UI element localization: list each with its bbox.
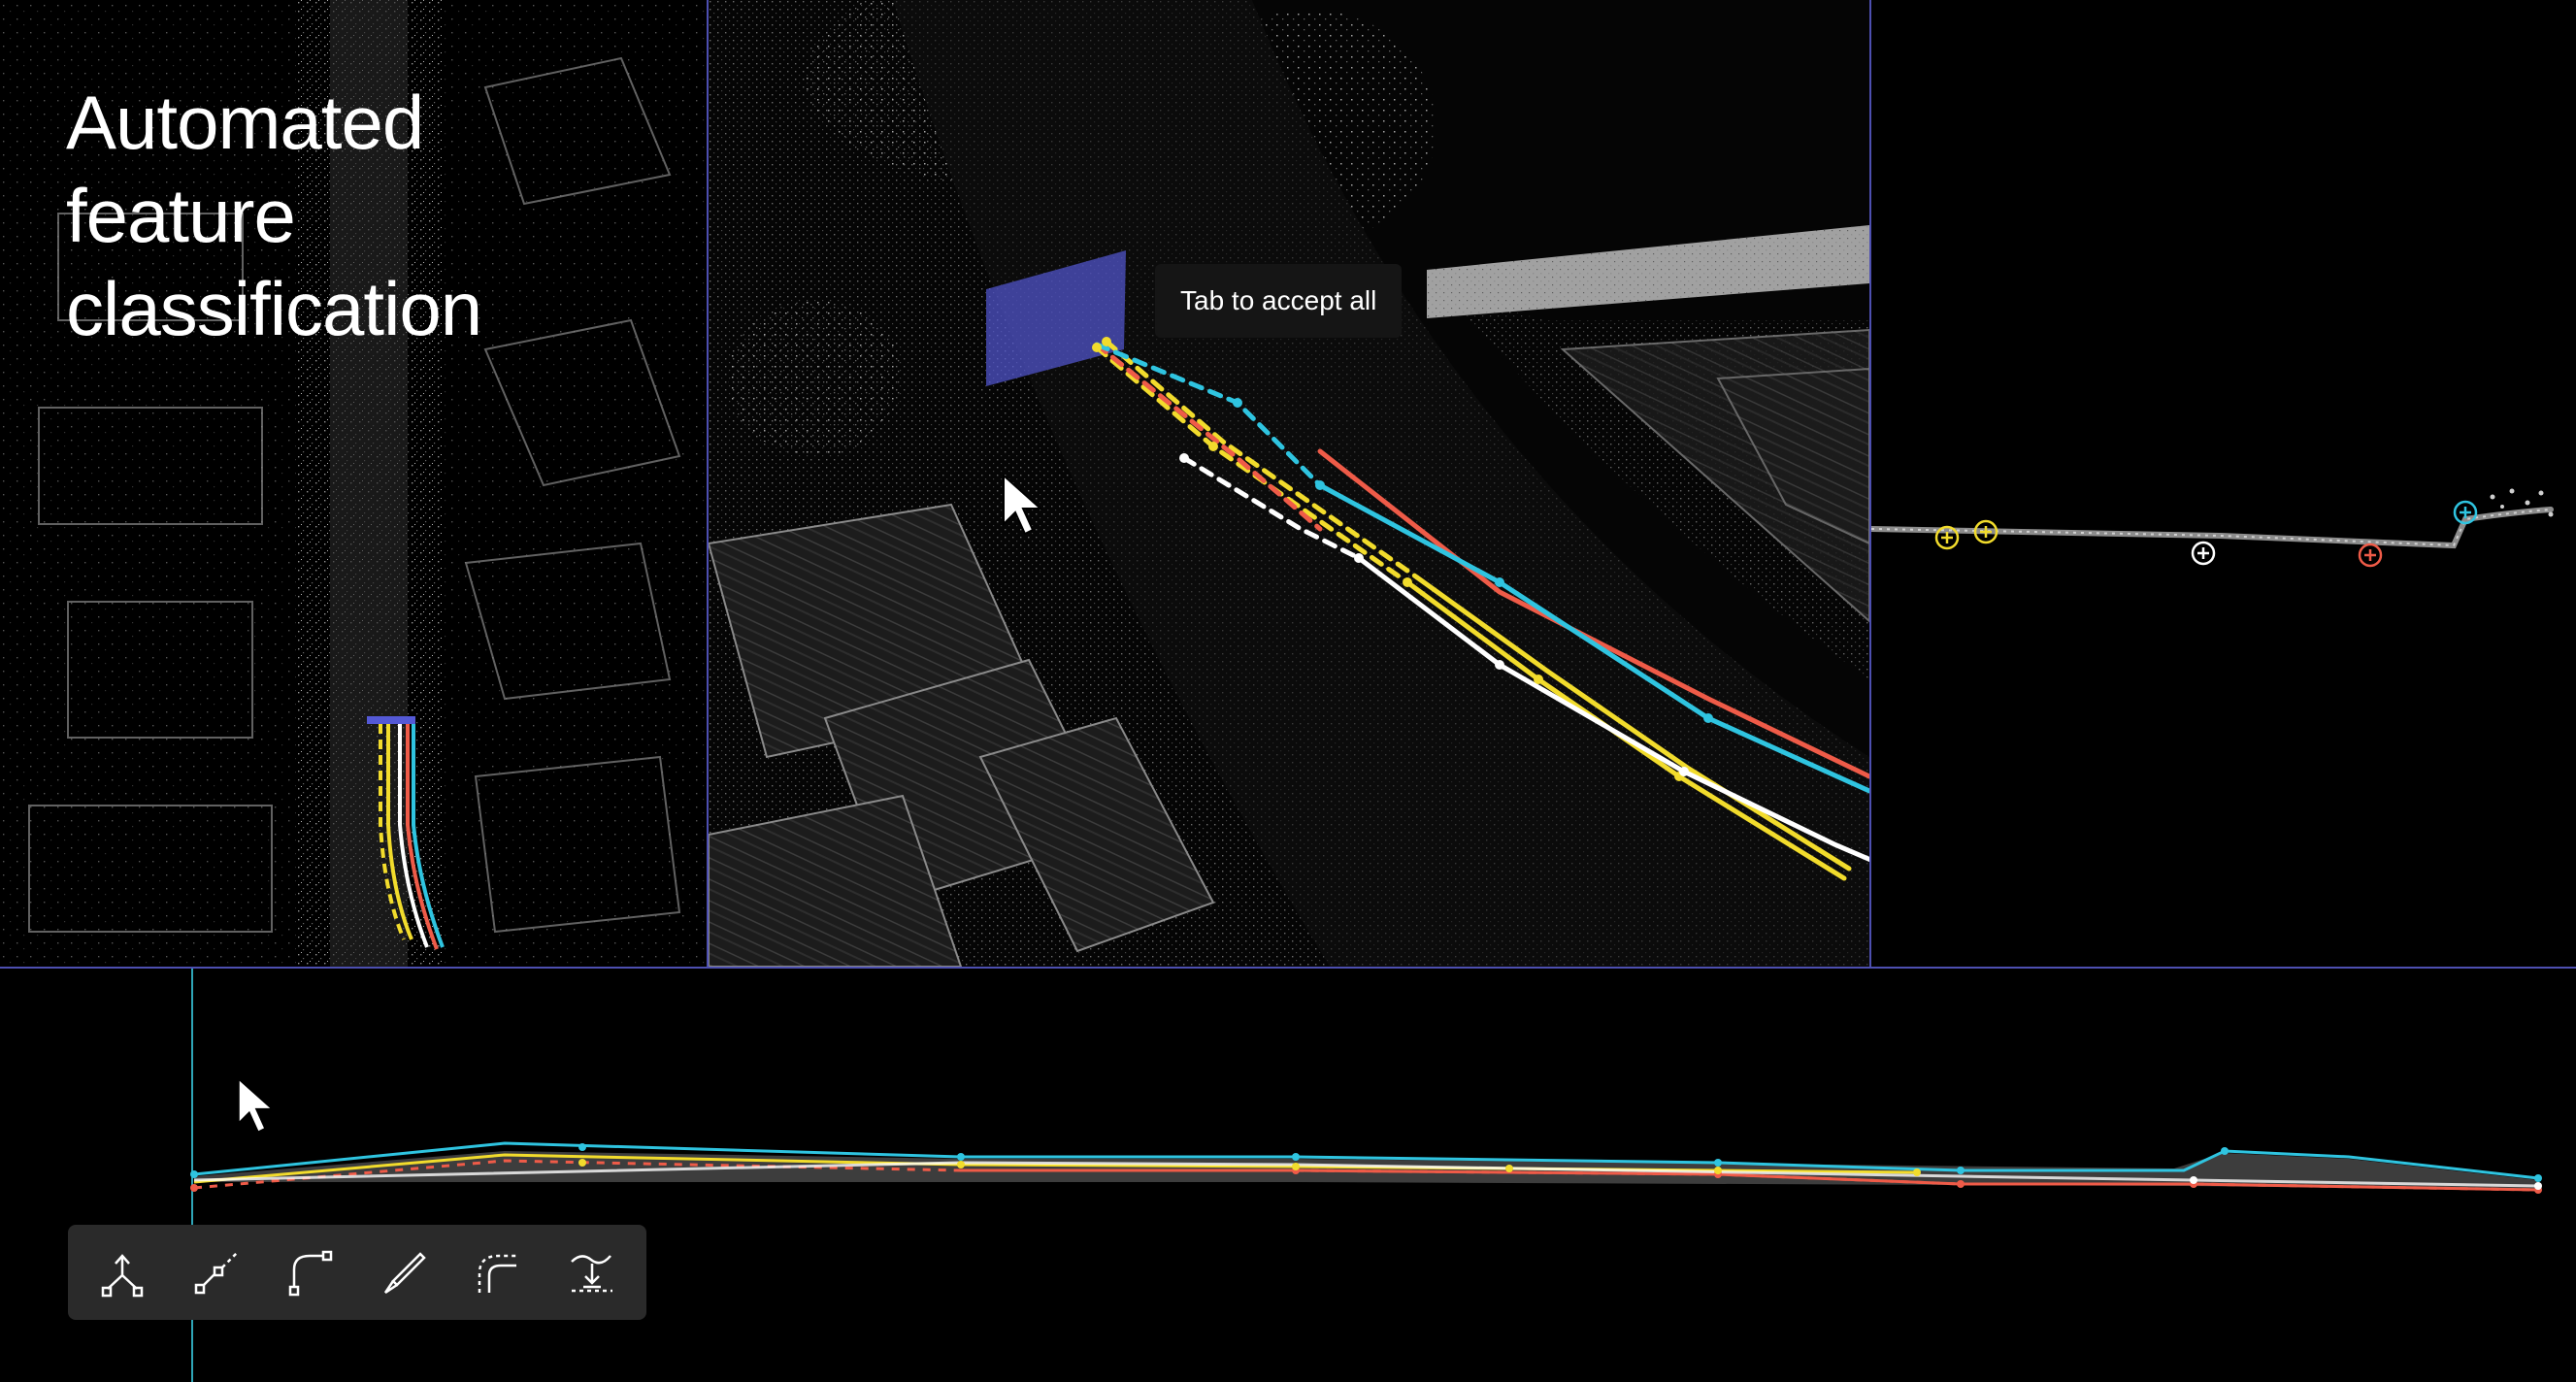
surface-drop-tool[interactable]	[554, 1234, 630, 1310]
centerline-left-point-icon[interactable]	[1933, 524, 1961, 556]
dashed-line-tool[interactable]	[179, 1234, 254, 1310]
cursor-pointer-icon	[1002, 473, 1046, 543]
lane-edge-point-icon[interactable]	[2190, 540, 2217, 572]
profile-cursor-pointer-icon	[237, 1075, 278, 1142]
headline: Automated feature classification	[66, 76, 687, 355]
curb-top-point-icon[interactable]	[2452, 499, 2479, 531]
surface-drop-icon	[570, 1255, 612, 1293]
profile-viewport[interactable]	[0, 969, 2576, 1382]
knife-cut-icon	[384, 1252, 427, 1295]
longitudinal-profile	[190, 969, 2542, 1382]
cross-section-profile	[1871, 488, 2554, 549]
dashed-line-segment-icon	[194, 1252, 238, 1295]
dashed-curve-offset-tool[interactable]	[460, 1234, 536, 1310]
cross-section-viewport[interactable]	[1871, 0, 2576, 967]
accept-all-tooltip: Tab to accept all	[1155, 264, 1403, 338]
drawing-toolbar	[68, 1225, 646, 1320]
headline-line-2: feature	[66, 173, 296, 258]
perspective-point-cloud	[709, 0, 1869, 967]
corner-curve-tool[interactable]	[273, 1234, 348, 1310]
headline-line-1: Automated	[66, 80, 424, 165]
branch-split-tool[interactable]	[84, 1234, 160, 1310]
branch-split-icon	[102, 1254, 144, 1298]
perspective-viewport[interactable]: Tab to accept all	[709, 0, 1869, 967]
headline-line-3: classification	[66, 266, 482, 351]
curb-bottom-point-icon[interactable]	[2357, 542, 2384, 574]
dashed-curve-offset-icon	[478, 1254, 516, 1293]
overview-viewport[interactable]: Automated feature classification	[0, 0, 707, 967]
knife-cut-tool[interactable]	[366, 1234, 442, 1310]
centerline-right-point-icon[interactable]	[1972, 518, 1999, 550]
corner-curve-icon	[288, 1250, 332, 1297]
